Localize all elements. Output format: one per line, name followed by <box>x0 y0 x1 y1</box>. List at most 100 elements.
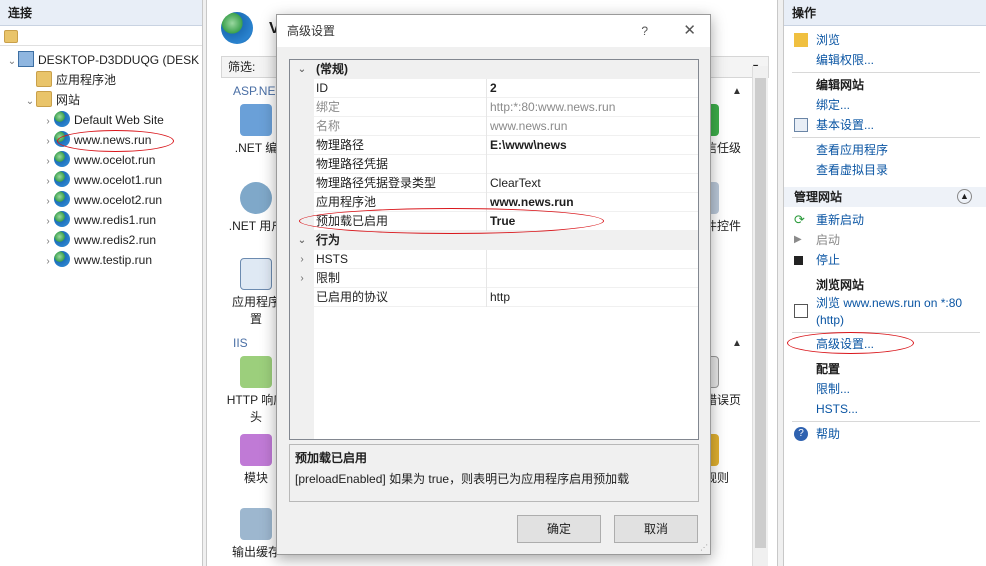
scrollbar-thumb[interactable] <box>755 78 766 548</box>
property-row[interactable]: 预加载已启用 True <box>290 212 698 231</box>
globe-icon <box>54 111 70 127</box>
stop-icon <box>794 256 803 265</box>
ok-button[interactable]: 确定 <box>517 515 601 543</box>
action-view-vdirs[interactable]: 查看虚拟目录 <box>784 160 986 180</box>
collapse-aspnet-icon[interactable]: ▲ <box>732 86 742 97</box>
browse-site-header: 浏览网站 <box>816 278 865 292</box>
property-value[interactable]: E:\www\news <box>488 136 698 155</box>
tree-item-label: www.ocelot.run <box>74 153 156 167</box>
chevron-right-icon[interactable]: › <box>42 232 54 252</box>
property-value[interactable]: www.news.run <box>488 193 698 212</box>
property-row[interactable]: 物理路径 E:\www\news <box>290 136 698 155</box>
property-grid[interactable]: ⌄ (常规) ID 2 绑定 http:*:80:www.news.run 名称 www.ne… <box>289 59 699 440</box>
property-value[interactable]: True <box>488 212 698 231</box>
property-row[interactable]: 名称 www.news.run <box>290 117 698 136</box>
property-value[interactable]: http:*:80:www.news.run <box>488 98 698 117</box>
action-browse[interactable]: 浏览 <box>784 30 986 50</box>
globe-icon <box>54 251 70 267</box>
computer-icon <box>18 51 34 67</box>
action-hsts[interactable]: HSTS... <box>784 399 986 419</box>
chevron-down-icon[interactable]: ⌄ <box>24 92 36 112</box>
filter-label: 筛选: <box>228 60 256 74</box>
action-view-apps[interactable]: 查看应用程序 <box>784 140 986 160</box>
tree-item[interactable]: › www.redis2.run <box>42 230 156 250</box>
property-row[interactable]: 物理路径凭据登录类型 ClearText <box>290 174 698 193</box>
chevron-right-icon[interactable]: › <box>42 172 54 192</box>
group-iis[interactable]: IIS <box>233 336 248 350</box>
tree-item[interactable]: › www.redis1.run <box>42 210 156 230</box>
action-browse-site-protocol[interactable]: (http) <box>784 310 986 330</box>
action-restart[interactable]: ⟳ 重新启动 <box>784 210 986 230</box>
tree-item[interactable]: › Default Web Site <box>42 110 164 130</box>
features-scrollbar[interactable] <box>752 66 768 566</box>
connections-pane: 连接 ⌄ DESKTOP-D3DDUQG (DESK 应用程序池 ⌄ 网站 › Defaul… <box>0 0 203 566</box>
action-edit-permissions[interactable]: 编辑权限... <box>784 50 986 70</box>
property-name: 预加载已启用 <box>315 212 487 231</box>
play-icon: ▶ <box>794 234 802 245</box>
property-value[interactable]: www.news.run <box>488 117 698 136</box>
tree-item-label: www.news.run <box>74 133 152 147</box>
feature-trust-level[interactable]: 信任级 <box>705 104 753 157</box>
property-row[interactable]: › HSTS <box>290 250 698 269</box>
group-aspnet[interactable]: ASP.NE <box>233 84 275 98</box>
property-value[interactable] <box>488 269 698 288</box>
feature-controls[interactable]: 件控件 <box>705 182 753 235</box>
action-stop[interactable]: 停止 <box>784 250 986 270</box>
resize-grip-icon[interactable]: ⋰ <box>700 543 708 552</box>
tree-item[interactable]: › www.testip.run <box>42 250 152 270</box>
chevron-down-icon[interactable]: ⌄ <box>290 231 314 250</box>
property-value[interactable] <box>488 250 698 269</box>
close-button[interactable]: ✕ <box>683 15 696 47</box>
action-limits[interactable]: 限制... <box>784 379 986 399</box>
action-basic-settings[interactable]: 基本设置... <box>784 115 986 135</box>
collapse-icon[interactable]: ▲ <box>957 189 972 204</box>
action-start[interactable]: ▶ 启动 <box>784 230 986 250</box>
property-row[interactable]: 应用程序池 www.news.run <box>290 193 698 212</box>
help-button[interactable]: ? <box>641 15 648 47</box>
property-value[interactable]: ClearText <box>488 174 698 193</box>
cancel-button[interactable]: 取消 <box>614 515 698 543</box>
property-row[interactable]: 物理路径凭据 <box>290 155 698 174</box>
category-behavior[interactable]: ⌄ 行为 <box>290 231 698 250</box>
action-help[interactable]: ? 帮助 <box>784 424 986 444</box>
category-general[interactable]: ⌄ (常规) <box>290 60 698 79</box>
chevron-right-icon[interactable]: › <box>42 112 54 132</box>
chevron-right-icon[interactable]: › <box>290 269 314 288</box>
property-row[interactable]: ID 2 <box>290 79 698 98</box>
feature-error-pages[interactable]: 错误页 <box>705 356 753 409</box>
property-row[interactable]: 绑定 http:*:80:www.news.run <box>290 98 698 117</box>
tree-item[interactable]: ⌄ 网站 <box>24 90 80 110</box>
feature-rules[interactable]: 规则 <box>705 434 753 487</box>
globe-icon <box>54 191 70 207</box>
chevron-down-icon[interactable]: ⌄ <box>6 52 18 72</box>
actions-pane: 操作 浏览 编辑权限... 编辑网站 绑定... 基本设置... 查看应用程序 … <box>783 0 986 566</box>
action-advanced-settings[interactable]: 高级设置... <box>784 334 986 354</box>
settings-icon <box>794 118 808 132</box>
action-bindings[interactable]: 绑定... <box>784 95 986 115</box>
chevron-right-icon[interactable]: › <box>42 152 54 172</box>
property-row[interactable]: › 限制 <box>290 269 698 288</box>
collapse-iis-icon[interactable]: ▲ <box>732 338 742 349</box>
new-connection-icon[interactable] <box>4 30 18 43</box>
property-value[interactable]: http <box>488 288 698 307</box>
dialog-titlebar[interactable]: 高级设置 ? ✕ <box>277 15 710 47</box>
app-pool-icon <box>36 71 52 87</box>
tree-item[interactable]: › www.ocelot1.run <box>42 170 162 190</box>
property-value[interactable]: 2 <box>488 79 698 98</box>
globe-icon <box>54 131 70 147</box>
tree-item[interactable]: ⌄ DESKTOP-D3DDUQG (DESK <box>6 50 199 70</box>
property-row[interactable]: 已启用的协议 http <box>290 288 698 307</box>
chevron-right-icon[interactable]: › <box>42 212 54 232</box>
property-name: 物理路径凭据 <box>315 155 487 174</box>
chevron-right-icon[interactable]: › <box>42 192 54 212</box>
tree-item[interactable]: › www.news.run <box>42 130 151 150</box>
chevron-down-icon[interactable]: ⌄ <box>290 60 314 79</box>
chevron-right-icon[interactable]: › <box>290 250 314 269</box>
tree-item[interactable]: › www.ocelot.run <box>42 150 155 170</box>
property-value[interactable] <box>488 155 698 174</box>
globe-icon <box>54 211 70 227</box>
chevron-right-icon[interactable]: › <box>42 132 54 152</box>
tree-item[interactable]: 应用程序池 <box>24 70 116 90</box>
chevron-right-icon[interactable]: › <box>42 252 54 272</box>
tree-item[interactable]: › www.ocelot2.run <box>42 190 162 210</box>
